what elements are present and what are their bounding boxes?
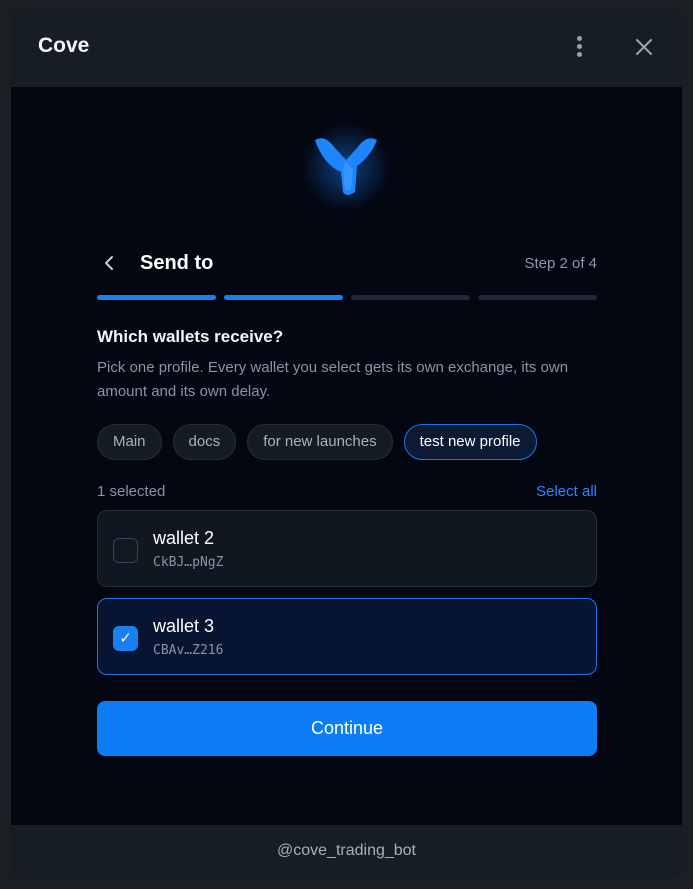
more-vertical-icon[interactable] — [569, 36, 589, 60]
title-bar: Cove — [11, 10, 682, 87]
step-indicator: Step 2 of 4 — [524, 255, 597, 272]
section-heading: Which wallets receive? — [97, 327, 284, 346]
select-all-link[interactable]: Select all — [536, 483, 597, 500]
app-window: Cove Send to Step 2 of 4 Which wallets r… — [11, 10, 682, 877]
section-description: Pick one profile. Every wallet you selec… — [97, 359, 569, 400]
page-title: Send to — [140, 252, 214, 274]
close-icon[interactable] — [631, 34, 657, 60]
selection-row: 1 selected Select all — [97, 481, 597, 501]
wallet-card-wallet-3[interactable]: ✓ wallet 3 CBAv…Z216 — [97, 598, 597, 675]
profile-chip-docs[interactable]: docs — [172, 424, 237, 460]
profile-chips: Main docs for new launches test new prof… — [97, 424, 537, 460]
bot-handle-footer: @cove_trading_bot — [11, 825, 682, 877]
progress-bar — [97, 295, 597, 300]
profile-chip-test-new-profile[interactable]: test new profile — [403, 424, 537, 460]
main-content: Send to Step 2 of 4 Which wallets receiv… — [11, 87, 682, 825]
wallet-card-wallet-2[interactable]: wallet 2 CkBJ…pNgZ — [97, 510, 597, 587]
progress-segment-2 — [224, 295, 343, 300]
wallet-address: CkBJ…pNgZ — [153, 555, 224, 570]
continue-button[interactable]: Continue — [97, 701, 597, 756]
wallet-checkbox[interactable] — [113, 538, 138, 563]
chevron-left-icon[interactable] — [97, 251, 121, 275]
app-title: Cove — [38, 34, 90, 57]
progress-segment-4 — [478, 295, 597, 300]
wallet-name: wallet 2 — [153, 528, 215, 548]
progress-segment-3 — [351, 295, 470, 300]
wallet-address: CBAv…Z216 — [153, 643, 224, 658]
checkmark-icon[interactable]: ✓ — [113, 626, 138, 651]
cove-logo-icon — [301, 122, 391, 212]
selected-count: 1 selected — [97, 483, 166, 500]
profile-chip-for-new-launches[interactable]: for new launches — [247, 424, 393, 460]
step-header: Send to Step 2 of 4 — [97, 249, 597, 279]
progress-segment-1 — [97, 295, 216, 300]
wallet-name: wallet 3 — [153, 616, 215, 636]
profile-chip-main[interactable]: Main — [97, 424, 162, 460]
